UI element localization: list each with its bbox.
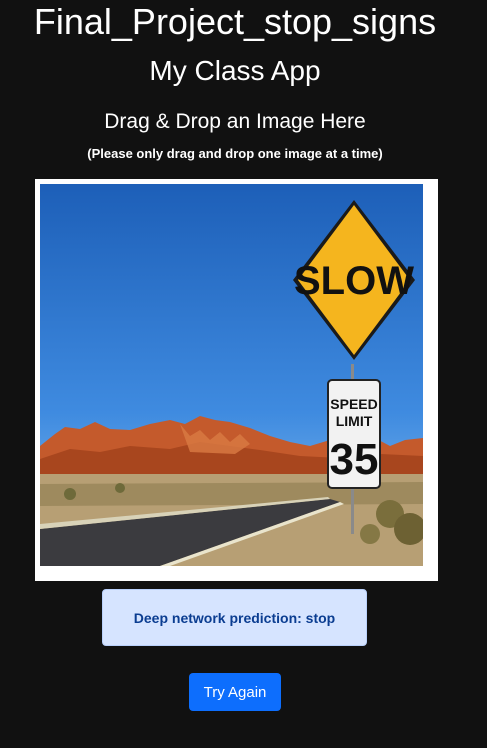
try-again-button[interactable]: Try Again <box>189 673 281 711</box>
speed-sign-number: 35 <box>330 435 379 484</box>
drop-heading: Drag & Drop an Image Here <box>104 110 366 133</box>
app-title: My Class App <box>149 55 321 86</box>
slow-sign-text: SLOW <box>294 259 414 303</box>
drop-instructions: (Please only drag and drop one image at … <box>87 146 383 161</box>
speed-sign-line1: SPEED <box>330 396 377 412</box>
prediction-text: Deep network prediction: stop <box>133 609 336 626</box>
prediction-result: Deep network prediction: stop <box>102 589 367 646</box>
page: Final_Project_stop_signs My Class App Dr… <box>0 0 487 748</box>
uploaded-image: SLOW SPEED LIMIT 35 <box>40 184 423 566</box>
project-title: Final_Project_stop_signs <box>33 1 437 42</box>
image-drop-zone[interactable]: SLOW SPEED LIMIT 35 <box>35 179 438 581</box>
speed-limit-sign: SPEED LIMIT 35 <box>327 379 381 489</box>
speed-sign-line2: LIMIT <box>336 413 373 429</box>
